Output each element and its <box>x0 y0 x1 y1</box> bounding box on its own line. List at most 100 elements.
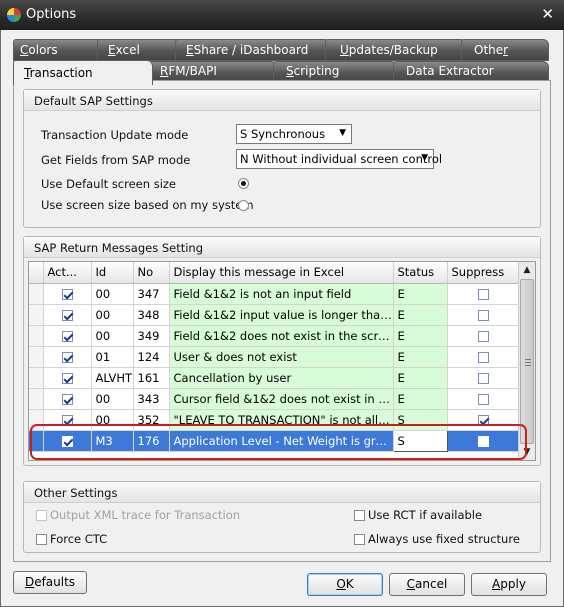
row-header[interactable] <box>29 430 44 452</box>
active-checkbox[interactable] <box>61 288 73 300</box>
status-cell[interactable]: E <box>393 325 448 347</box>
message-text-cell[interactable]: User & does not exist <box>169 346 394 368</box>
status-cell[interactable]: E <box>393 304 448 326</box>
status-cell[interactable]: E <box>393 346 448 368</box>
suppress-cell[interactable] <box>447 367 520 389</box>
table-row[interactable]: ALVHT 161 Cancellation by user E <box>29 367 520 389</box>
message-text-cell[interactable]: Application Level - Net Weight is greate… <box>169 430 394 452</box>
tab-updates-backup[interactable]: Updates/Backup <box>325 39 467 61</box>
status-cell[interactable]: S <box>393 409 448 431</box>
no-cell[interactable]: 349 <box>133 325 170 347</box>
cancel-button[interactable]: Cancel <box>389 573 465 596</box>
tab-colors[interactable]: Colors <box>13 39 107 61</box>
row-header[interactable] <box>29 346 44 368</box>
suppress-checkbox[interactable] <box>477 393 489 405</box>
active-cell[interactable] <box>43 367 92 389</box>
active-cell[interactable] <box>43 430 92 452</box>
row-header[interactable] <box>29 304 44 326</box>
table-row[interactable]: 00 349 Field &1&2 does not exist in the sc… <box>29 325 520 347</box>
use-rct-checkbox[interactable] <box>354 510 365 521</box>
active-cell[interactable] <box>43 409 92 431</box>
table-row[interactable]: M3 176 Application Level - Net Weight is g… <box>29 429 520 452</box>
table-row[interactable]: 00 348 Field &1&2 input value is longer th… <box>29 304 520 326</box>
suppress-checkbox[interactable] <box>477 372 489 384</box>
suppress-cell[interactable] <box>447 304 520 326</box>
no-cell[interactable]: 347 <box>133 283 170 305</box>
active-checkbox[interactable] <box>61 435 73 447</box>
no-cell[interactable]: 124 <box>133 346 170 368</box>
suppress-checkbox[interactable] <box>477 309 489 321</box>
active-cell[interactable] <box>43 283 92 305</box>
table-row[interactable]: 01 124 User & does not exist E <box>29 346 520 368</box>
message-text-cell[interactable]: Cursor field &1&2 does not exist in the … <box>169 388 394 410</box>
suppress-checkbox[interactable] <box>477 330 489 342</box>
row-header[interactable] <box>29 388 44 410</box>
suppress-cell[interactable] <box>447 409 520 431</box>
active-checkbox[interactable] <box>61 372 73 384</box>
row-header[interactable] <box>29 367 44 389</box>
no-cell[interactable]: 348 <box>133 304 170 326</box>
defaults-button[interactable]: Defaults <box>13 571 87 594</box>
active-cell[interactable] <box>43 388 92 410</box>
id-cell[interactable]: 00 <box>91 304 134 326</box>
no-cell[interactable]: 343 <box>133 388 170 410</box>
fixed-structure-checkbox[interactable] <box>354 534 365 545</box>
scroll-up-arrow-icon[interactable]: ▲ <box>519 262 535 278</box>
column-header-status[interactable]: Status <box>393 262 448 284</box>
active-cell[interactable] <box>43 325 92 347</box>
active-cell[interactable] <box>43 304 92 326</box>
tab-excel[interactable]: Excel <box>97 39 183 61</box>
column-header-display-message[interactable]: Display this message in Excel <box>169 262 394 284</box>
tab-transaction[interactable]: Transaction <box>13 60 153 85</box>
id-cell[interactable]: M3 <box>91 430 134 452</box>
id-cell[interactable]: 00 <box>91 283 134 305</box>
suppress-cell[interactable] <box>447 430 520 452</box>
id-cell[interactable]: ALVHT <box>91 367 134 389</box>
active-cell[interactable] <box>43 346 92 368</box>
id-cell[interactable]: 00 <box>91 409 134 431</box>
row-header[interactable] <box>29 409 44 431</box>
active-checkbox[interactable] <box>61 393 73 405</box>
vertical-scrollbar[interactable]: ▲ ▼ <box>518 262 535 460</box>
status-cell[interactable]: E <box>393 367 448 389</box>
row-header[interactable] <box>29 283 44 305</box>
suppress-cell[interactable] <box>447 325 520 347</box>
table-row[interactable]: 00 343 Cursor field &1&2 does not exist in… <box>29 388 520 410</box>
suppress-checkbox[interactable] <box>477 351 489 363</box>
close-icon[interactable]: ✕ <box>541 5 554 23</box>
no-cell[interactable]: 352 <box>133 409 170 431</box>
active-checkbox[interactable] <box>61 414 73 426</box>
suppress-checkbox[interactable] <box>477 288 489 300</box>
message-text-cell[interactable]: Field &1&2 does not exist in the screen … <box>169 325 394 347</box>
active-checkbox[interactable] <box>61 351 73 363</box>
no-cell[interactable]: 161 <box>133 367 170 389</box>
status-cell[interactable]: E <box>393 283 448 305</box>
column-header-no[interactable]: No <box>133 262 170 284</box>
active-checkbox[interactable] <box>61 309 73 321</box>
active-checkbox[interactable] <box>61 330 73 342</box>
output-xml-trace-checkbox[interactable] <box>36 510 47 521</box>
column-header-active[interactable]: Act... <box>43 262 92 284</box>
status-cell[interactable]: S <box>392 429 448 452</box>
transaction-update-dropdown[interactable]: S Synchronous ▼ <box>236 124 352 144</box>
id-cell[interactable]: 00 <box>91 325 134 347</box>
scrollbar-thumb[interactable] <box>520 279 534 444</box>
no-cell[interactable]: 176 <box>133 430 170 452</box>
apply-button[interactable]: Apply <box>471 573 547 596</box>
suppress-checkbox[interactable] <box>477 435 489 447</box>
suppress-cell[interactable] <box>447 283 520 305</box>
suppress-checkbox[interactable] <box>477 414 489 426</box>
column-header-suppress[interactable]: Suppress <box>447 262 520 284</box>
ok-button[interactable]: OK <box>307 573 383 596</box>
id-cell[interactable]: 00 <box>91 388 134 410</box>
force-ctc-checkbox[interactable] <box>36 534 47 545</box>
message-text-cell[interactable]: Field &1&2 input value is longer than sc… <box>169 304 394 326</box>
status-cell[interactable]: E <box>393 388 448 410</box>
tab-other[interactable]: Other <box>461 39 549 61</box>
message-text-cell[interactable]: Field &1&2 is not an input field <box>169 283 394 305</box>
tab-eshare-idashboard[interactable]: EShare / iDashboard <box>175 39 331 61</box>
use-system-size-radio[interactable] <box>238 200 249 211</box>
table-row[interactable]: 00 347 Field &1&2 is not an input field E <box>29 283 520 305</box>
message-text-cell[interactable]: "LEAVE TO TRANSACTION" is not allowed... <box>169 409 394 431</box>
get-fields-dropdown[interactable]: N Without individual screen control ▼ <box>236 149 442 169</box>
